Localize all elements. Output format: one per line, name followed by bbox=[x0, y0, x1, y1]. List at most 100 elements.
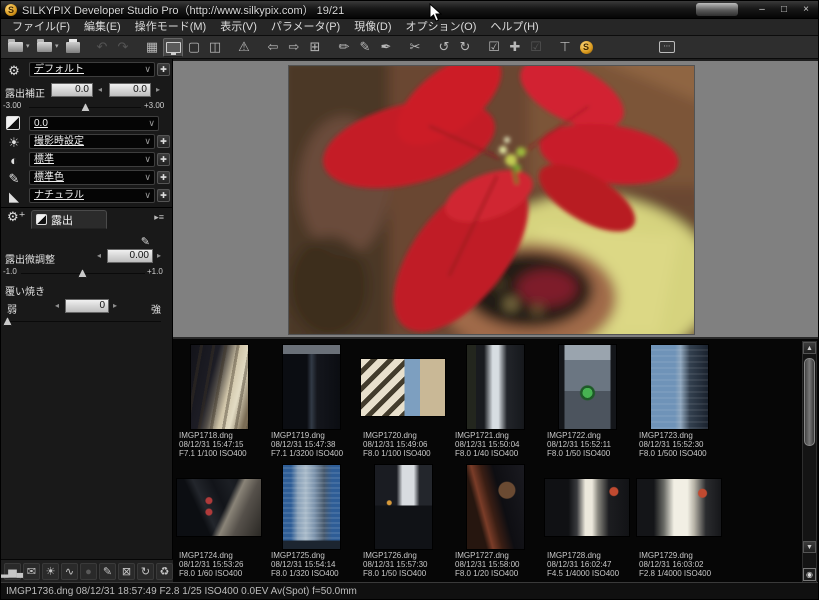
menu-item-2[interactable]: 操作モード(M) bbox=[128, 19, 214, 35]
scrollbar-thumb[interactable] bbox=[804, 358, 815, 446]
menu-item-3[interactable]: 表示(V) bbox=[213, 19, 264, 35]
fine-tune-increment[interactable]: ▸ bbox=[157, 249, 161, 263]
thumbnail-image[interactable] bbox=[467, 465, 524, 549]
redo-button[interactable]: ↷ bbox=[113, 38, 133, 57]
thumbnail-image[interactable] bbox=[467, 345, 524, 429]
scroll-up-button[interactable]: ▲ bbox=[803, 342, 816, 354]
thumbnail-options-button[interactable]: ◉ bbox=[803, 568, 816, 581]
taste-add-button[interactable]: ✚ bbox=[157, 63, 170, 76]
white-balance-dropdown[interactable]: 撮影時設定 bbox=[29, 134, 155, 149]
scroll-down-button[interactable]: ▼ bbox=[803, 541, 816, 553]
tab-exposure[interactable]: 露出 bbox=[31, 210, 107, 229]
fine-tune-field[interactable]: 0.00 bbox=[107, 249, 153, 263]
thumbnail-image[interactable] bbox=[637, 479, 721, 536]
thumbnail-image[interactable] bbox=[651, 345, 708, 429]
thumbnail-cell[interactable]: IMGP1721.dng08/12/31 15:50:04F8.0 1/40 I… bbox=[451, 343, 543, 461]
tone-curve-icon[interactable]: ∿ bbox=[61, 563, 78, 580]
menu-item-7[interactable]: ヘルプ(H) bbox=[483, 19, 545, 35]
color-add-button[interactable]: ✚ bbox=[157, 171, 170, 184]
menu-item-0[interactable]: ファイル(F) bbox=[5, 19, 77, 35]
display-settings-button[interactable]: ⋯ bbox=[657, 38, 677, 57]
rotate-right-button[interactable]: ↻ bbox=[455, 38, 475, 57]
exposure-comp-increment[interactable]: ▸ bbox=[156, 83, 160, 97]
exposure-comp-field-2[interactable]: 0.0 bbox=[109, 83, 151, 97]
thumbnail-image[interactable] bbox=[283, 465, 340, 549]
thumbnail-cell[interactable]: IMGP1718.dng08/12/31 15:47:15F7.1 1/100 … bbox=[175, 343, 267, 461]
resize-icon[interactable]: ⊠ bbox=[118, 563, 135, 580]
exposure-comp-decrement[interactable]: ◂ bbox=[98, 83, 102, 97]
white-balance-tool-button[interactable]: ✏ bbox=[334, 38, 354, 57]
thumbnail-image[interactable] bbox=[559, 345, 616, 429]
mark-select-button[interactable]: ☑ bbox=[484, 38, 504, 57]
thumbnail-scrollbar[interactable]: ▲ ▼ ◉ bbox=[802, 341, 817, 584]
close-button[interactable]: × bbox=[798, 3, 814, 17]
spot-tool-button[interactable]: ✎ bbox=[355, 38, 375, 57]
preview-mode-button[interactable] bbox=[163, 38, 183, 57]
next-image-button[interactable]: ⇨ bbox=[284, 38, 304, 57]
fine-tune-decrement[interactable]: ◂ bbox=[97, 249, 101, 263]
multi-preview-button[interactable]: ⊞ bbox=[305, 38, 325, 57]
save-parameters-button[interactable]: ✚ bbox=[505, 38, 525, 57]
thumbnail-image[interactable] bbox=[375, 465, 432, 549]
thumbnail-cell[interactable]: IMGP1724.dng08/12/31 15:53:26F8.0 1/60 I… bbox=[175, 463, 267, 581]
menu-item-5[interactable]: 現像(D) bbox=[347, 19, 398, 35]
comment-icon[interactable]: ✉ bbox=[23, 563, 40, 580]
exposure-comp-field-1[interactable]: 0.0 bbox=[51, 83, 93, 97]
warning-display-button[interactable]: ⚠ bbox=[234, 38, 254, 57]
refresh-icon[interactable]: ♻ bbox=[156, 563, 173, 580]
thumbnail-image[interactable] bbox=[283, 345, 340, 429]
sharpness-dropdown[interactable]: ナチュラル bbox=[29, 188, 155, 203]
thumbnail-cell[interactable]: IMGP1722.dng08/12/31 15:52:11F8.0 1/50 I… bbox=[543, 343, 635, 461]
rotate-icon[interactable]: ↻ bbox=[137, 563, 154, 580]
thumbnail-cell[interactable]: IMGP1723.dng08/12/31 15:52:30F8.0 1/500 … bbox=[635, 343, 727, 461]
copy-parameters-button[interactable]: ☑ bbox=[526, 38, 546, 57]
silkypix-badge[interactable]: S bbox=[576, 38, 596, 57]
exposure-picker-icon[interactable]: ✎ bbox=[141, 235, 150, 248]
menu-item-4[interactable]: パラメータ(P) bbox=[264, 19, 347, 35]
dodge-decrement[interactable]: ◂ bbox=[55, 299, 59, 313]
rotate-left-button[interactable]: ↺ bbox=[434, 38, 454, 57]
thumbnail-image[interactable] bbox=[177, 479, 261, 536]
white-balance-icon[interactable]: ☀ bbox=[42, 563, 59, 580]
crop-tool-button[interactable]: ✂ bbox=[405, 38, 425, 57]
undo-button[interactable]: ↶ bbox=[92, 38, 112, 57]
exposure-dropdown[interactable]: 0.0 bbox=[29, 116, 159, 131]
thumbnail-image[interactable] bbox=[545, 479, 629, 536]
sharpness-add-button[interactable]: ✚ bbox=[157, 189, 170, 202]
thumbnail-cell[interactable]: IMGP1729.dng08/12/31 16:03:02F2.8 1/4000… bbox=[635, 463, 727, 581]
histogram-icon[interactable]: ▂▅▃ bbox=[4, 563, 21, 580]
open-folder-button[interactable] bbox=[34, 38, 54, 57]
color-dropdown[interactable]: 標準色 bbox=[29, 170, 155, 185]
thumbnail-mode-button[interactable]: ▦ bbox=[142, 38, 162, 57]
color-sphere-icon[interactable]: ● bbox=[80, 563, 97, 580]
dodge-slider[interactable] bbox=[5, 321, 161, 322]
thumbnail-cell[interactable]: IMGP1727.dng08/12/31 15:58:00F8.0 1/20 I… bbox=[451, 463, 543, 581]
subpanel-menu-icon[interactable]: ▸≡ bbox=[154, 212, 164, 223]
sharpness-icon[interactable]: ✎ bbox=[99, 563, 116, 580]
tool-palette-button[interactable]: ⊤ bbox=[555, 38, 575, 57]
minimize-button[interactable]: – bbox=[754, 3, 770, 17]
dual-view-button[interactable]: ◫ bbox=[205, 38, 225, 57]
taste-dropdown[interactable]: デフォルト bbox=[29, 62, 155, 77]
thumbnail-image[interactable] bbox=[361, 359, 445, 416]
contrast-dropdown[interactable]: 標準 bbox=[29, 152, 155, 167]
title-bar[interactable]: S SILKYPIX Developer Studio Pro（http://w… bbox=[1, 1, 818, 19]
thumbnail-cell[interactable]: IMGP1726.dng08/12/31 15:57:30F8.0 1/50 I… bbox=[359, 463, 451, 581]
dodge-field[interactable]: 0 bbox=[65, 299, 109, 313]
maximize-button[interactable]: □ bbox=[776, 3, 792, 17]
menu-item-1[interactable]: 編集(E) bbox=[77, 19, 128, 35]
open-image-button[interactable] bbox=[5, 38, 25, 57]
thumbnail-cell[interactable]: IMGP1725.dng08/12/31 15:54:14F8.0 1/320 … bbox=[267, 463, 359, 581]
print-button[interactable] bbox=[63, 38, 83, 57]
thumbnail-image[interactable] bbox=[191, 345, 248, 429]
parameters-gears-icon[interactable]: ⚙⁺ bbox=[7, 209, 26, 225]
single-view-button[interactable]: ▢ bbox=[184, 38, 204, 57]
brush-tool-button[interactable]: ✒ bbox=[376, 38, 396, 57]
preview-area[interactable] bbox=[173, 59, 819, 337]
dodge-increment[interactable]: ▸ bbox=[113, 299, 117, 313]
thumbnail-cell[interactable]: IMGP1719.dng08/12/31 15:47:38F7.1 1/3200… bbox=[267, 343, 359, 461]
thumbnail-cell[interactable]: IMGP1720.dng08/12/31 15:49:06F8.0 1/100 … bbox=[359, 343, 451, 461]
contrast-add-button[interactable]: ✚ bbox=[157, 153, 170, 166]
previous-image-button[interactable]: ⇦ bbox=[263, 38, 283, 57]
thumbnail-cell[interactable]: IMGP1728.dng08/12/31 16:02:47F4.5 1/4000… bbox=[543, 463, 635, 581]
